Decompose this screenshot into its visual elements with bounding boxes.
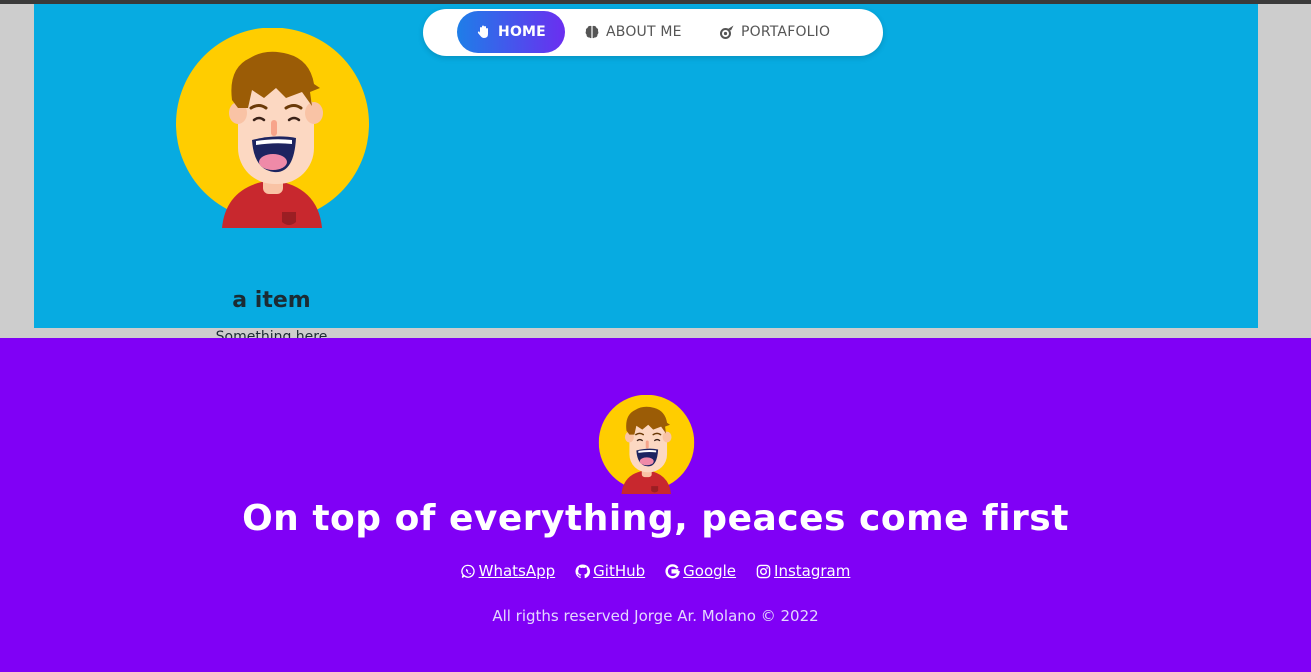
nav-portafolio[interactable]: PORTAFOLIO <box>719 11 830 53</box>
main-nav: HOME ABOUT ME PORTAFOLIO <box>423 9 883 56</box>
whatsapp-icon <box>460 564 475 578</box>
google-icon <box>665 563 680 578</box>
card-title: a item <box>232 288 311 313</box>
nav-about-label: ABOUT ME <box>606 24 682 40</box>
nav-about-me[interactable]: ABOUT ME <box>584 11 682 53</box>
github-link[interactable]: GitHub <box>575 562 645 580</box>
google-link[interactable]: Google <box>665 562 736 580</box>
nav-home-label: HOME <box>498 24 546 40</box>
instagram-icon <box>756 564 771 578</box>
avatar-illustration <box>176 28 369 228</box>
item-card: a item Something here <box>164 24 379 345</box>
footer-avatar <box>598 395 695 494</box>
copyright-text: All rigths reserved Jorge Ar. Molano © 2… <box>492 607 819 625</box>
footer: On top of everything, peaces come first … <box>0 338 1311 672</box>
instagram-link[interactable]: Instagram <box>756 562 850 580</box>
instagram-label: Instagram <box>774 562 851 580</box>
footer-slogan: On top of everything, peaces come first <box>242 498 1069 539</box>
google-label: Google <box>683 562 737 580</box>
hand-wave-icon <box>477 25 489 38</box>
nav-portafolio-label: PORTAFOLIO <box>741 24 831 40</box>
meteor-icon <box>720 25 734 39</box>
whatsapp-link[interactable]: WhatsApp <box>460 562 556 580</box>
nav-home[interactable]: HOME <box>457 11 565 53</box>
github-label: GitHub <box>593 562 646 580</box>
github-icon <box>575 563 591 578</box>
brain-icon <box>585 25 599 39</box>
social-links: WhatsApp GitHub Google Instagram <box>0 562 1311 580</box>
whatsapp-label: WhatsApp <box>478 562 556 580</box>
